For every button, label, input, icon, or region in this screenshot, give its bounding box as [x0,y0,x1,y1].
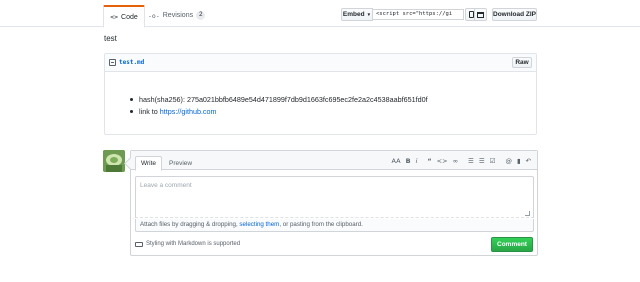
link-icon[interactable]: ∞ [453,157,458,165]
task-list-icon[interactable]: ☑ [490,157,496,165]
github-link[interactable]: https://github.com [160,107,217,116]
attach-text-after: , or pasting from the clipboard. [279,221,363,228]
file-content: hash(sha256): 275a021bbfb6489e54d471899f… [105,72,536,118]
attach-text-before: Attach files by dragging & dropping, [140,221,240,228]
embed-label: Embed [342,11,365,18]
avatar[interactable] [103,150,125,172]
italic-icon[interactable]: i [416,157,418,165]
tab-preview[interactable]: Preview [169,156,192,170]
code-icon: <> [110,13,119,21]
heading-icon[interactable]: AA [392,157,401,165]
comment-submit-button[interactable]: Comment [491,237,533,252]
select-files-link[interactable]: selecting them [239,221,279,228]
avatar-image [103,150,125,172]
bulleted-list-icon[interactable]: ☰ [468,157,474,165]
comment-form: Write Preview AA B i “ <> ∞ ☰ ☰ ☑ @ ▮ ↶ … [130,150,538,256]
comment-textarea[interactable]: Leave a comment [135,176,534,218]
file-name: test.md [119,59,145,66]
reply-icon[interactable]: ↶ [526,157,531,165]
embed-url-input[interactable]: <script src="https://gi [373,9,464,20]
link-prefix: link to [139,107,160,116]
caret-down-icon: ▼ [366,12,372,17]
bold-icon[interactable]: B [406,157,411,165]
gist-description: test [104,34,117,43]
raw-button[interactable]: Raw [512,57,532,68]
file-header: test.md Raw [105,54,536,72]
embed-select-button[interactable]: Embed ▼ [341,8,373,21]
numbered-list-icon[interactable]: ☰ [479,157,485,165]
tab-revisions[interactable]: -o- Revisions 2 [148,4,206,27]
markdown-help[interactable]: Styling with Markdown is supported [135,241,240,247]
quote-icon[interactable]: “ [427,157,431,165]
revisions-counter: 2 [196,11,206,20]
tab-code-label: Code [121,13,138,21]
file-icon [109,59,116,66]
tab-revisions-label: Revisions [162,12,194,19]
code-icon[interactable]: <> [437,157,448,165]
markdown-icon [135,241,143,247]
hash-text: hash(sha256): 275a021bbfb6489e54d471899f… [139,95,428,104]
tab-write[interactable]: Write [135,156,162,171]
bookmark-icon[interactable]: ▮ [517,157,521,165]
resize-handle-icon[interactable] [525,211,530,216]
file-name-link[interactable]: test.md [109,59,144,66]
download-zip-button[interactable]: Download ZIP [492,8,537,21]
tab-code[interactable]: <> Code [103,5,145,28]
commit-icon: -o- [148,11,160,20]
attach-files-bar[interactable]: Attach files by dragging & dropping, sel… [135,219,534,232]
mention-icon[interactable]: @ [505,157,512,165]
desktop-download-icon [477,11,484,18]
comment-form-header: Write Preview AA B i “ <> ∞ ☰ ☰ ☑ @ ▮ ↶ [131,151,537,171]
markdown-note: Styling with Markdown is supported [146,241,241,247]
list-item: hash(sha256): 275a021bbfb6489e54d471899f… [130,94,536,106]
open-desktop-button[interactable] [474,8,487,21]
list-item: link to https://github.com [130,106,536,118]
file-box: test.md Raw hash(sha256): 275a021bbfb648… [104,53,537,135]
gist-header-bar: <> Code -o- Revisions 2 Embed ▼ <script … [0,0,640,28]
markdown-toolbar: AA B i “ <> ∞ ☰ ☰ ☑ @ ▮ ↶ [387,157,531,165]
